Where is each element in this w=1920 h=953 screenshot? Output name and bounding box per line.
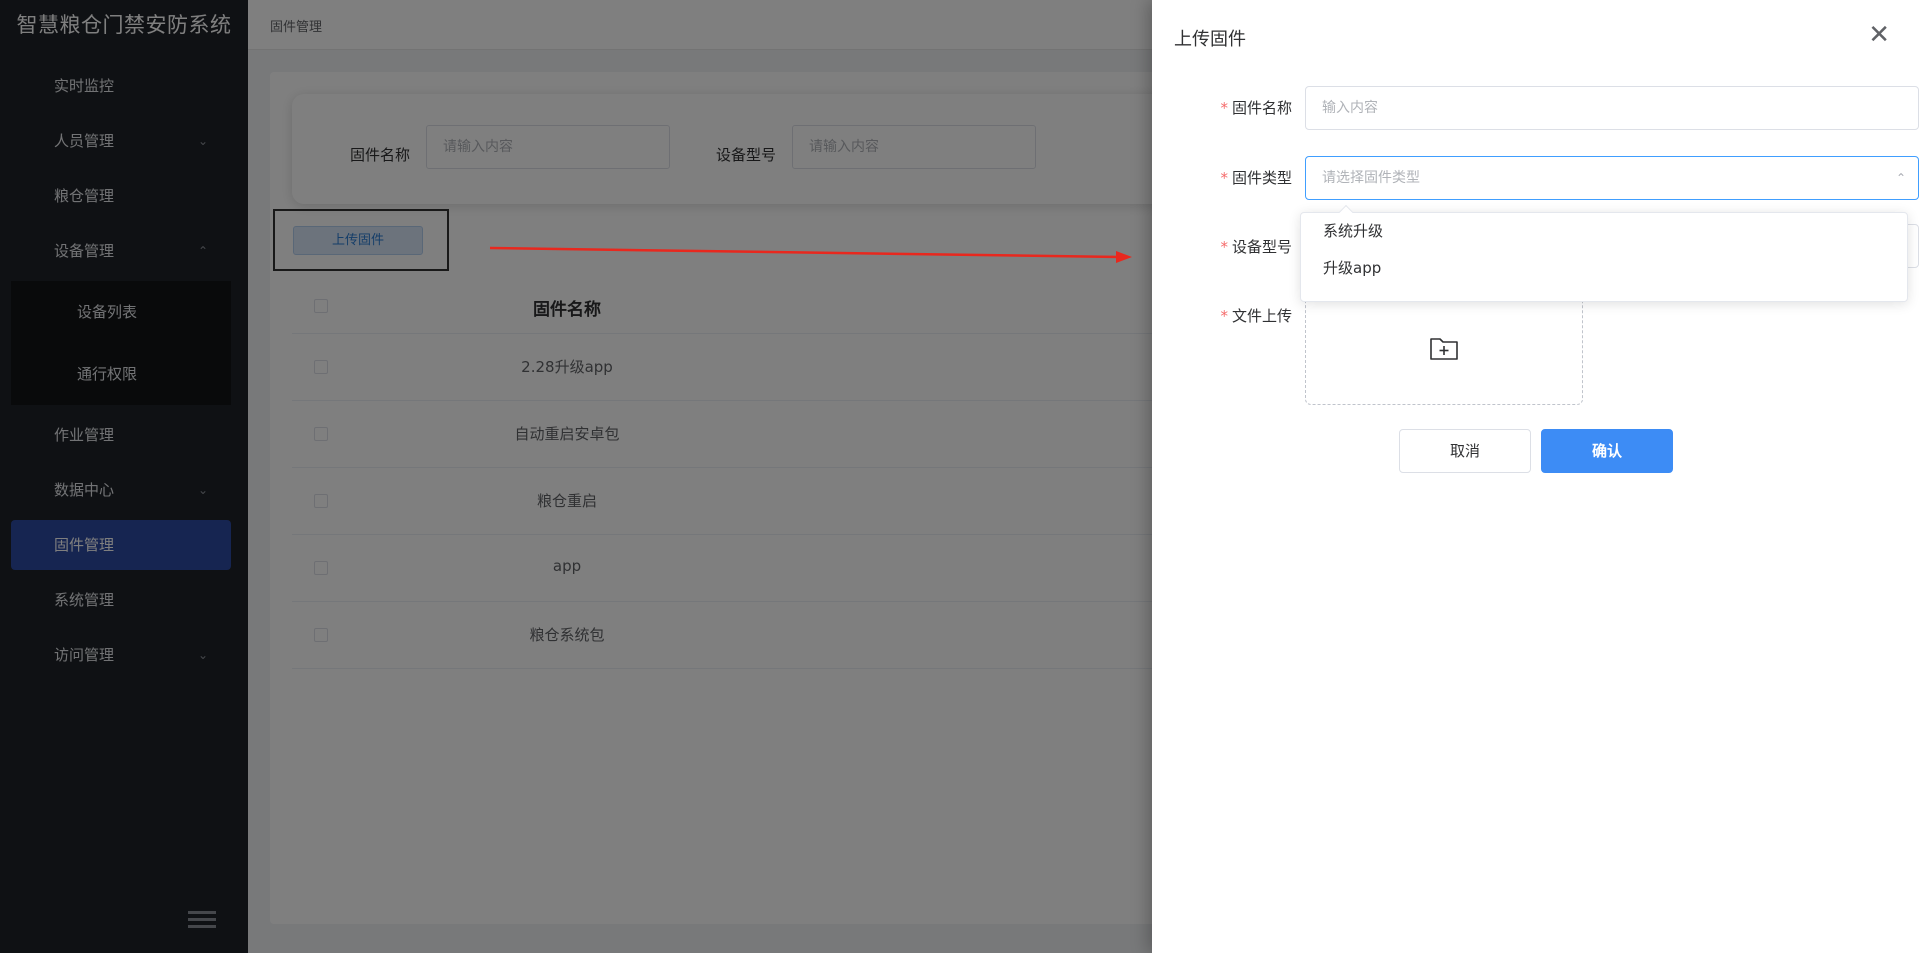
firmware-type-dropdown: 系统升级 升级app: [1300, 204, 1908, 302]
firmware-type-select[interactable]: 请选择固件类型 ⌃: [1305, 156, 1919, 200]
confirm-button[interactable]: 确认: [1541, 429, 1673, 473]
upload-firmware-drawer: 上传固件 ✕ *固件名称 *固件类型 请选择固件类型 ⌃ *设备型号 系统升级 …: [1152, 0, 1920, 953]
device-model-field-label: * 设备型号: [1220, 238, 1292, 256]
firmware-type-placeholder: 请选择固件类型: [1322, 170, 1420, 186]
cancel-button[interactable]: 取消: [1399, 429, 1531, 473]
file-upload-field-label: * 文件上传: [1220, 307, 1292, 325]
firmware-name-input[interactable]: [1305, 86, 1919, 130]
folder-add-icon: [1430, 338, 1458, 360]
chevron-up-icon: ⌃: [1895, 171, 1906, 185]
firmware-name-field-label: * 固件名称: [1220, 99, 1292, 117]
close-icon[interactable]: ✕: [1868, 22, 1890, 48]
drawer-title: 上传固件: [1174, 29, 1246, 50]
firmware-type-field-label: * 固件类型: [1220, 169, 1292, 187]
option-system-upgrade[interactable]: 系统升级: [1301, 213, 1907, 250]
file-upload-area[interactable]: [1305, 295, 1583, 405]
annotation-arrow: [489, 246, 1132, 263]
option-upgrade-app[interactable]: 升级app: [1301, 250, 1907, 287]
